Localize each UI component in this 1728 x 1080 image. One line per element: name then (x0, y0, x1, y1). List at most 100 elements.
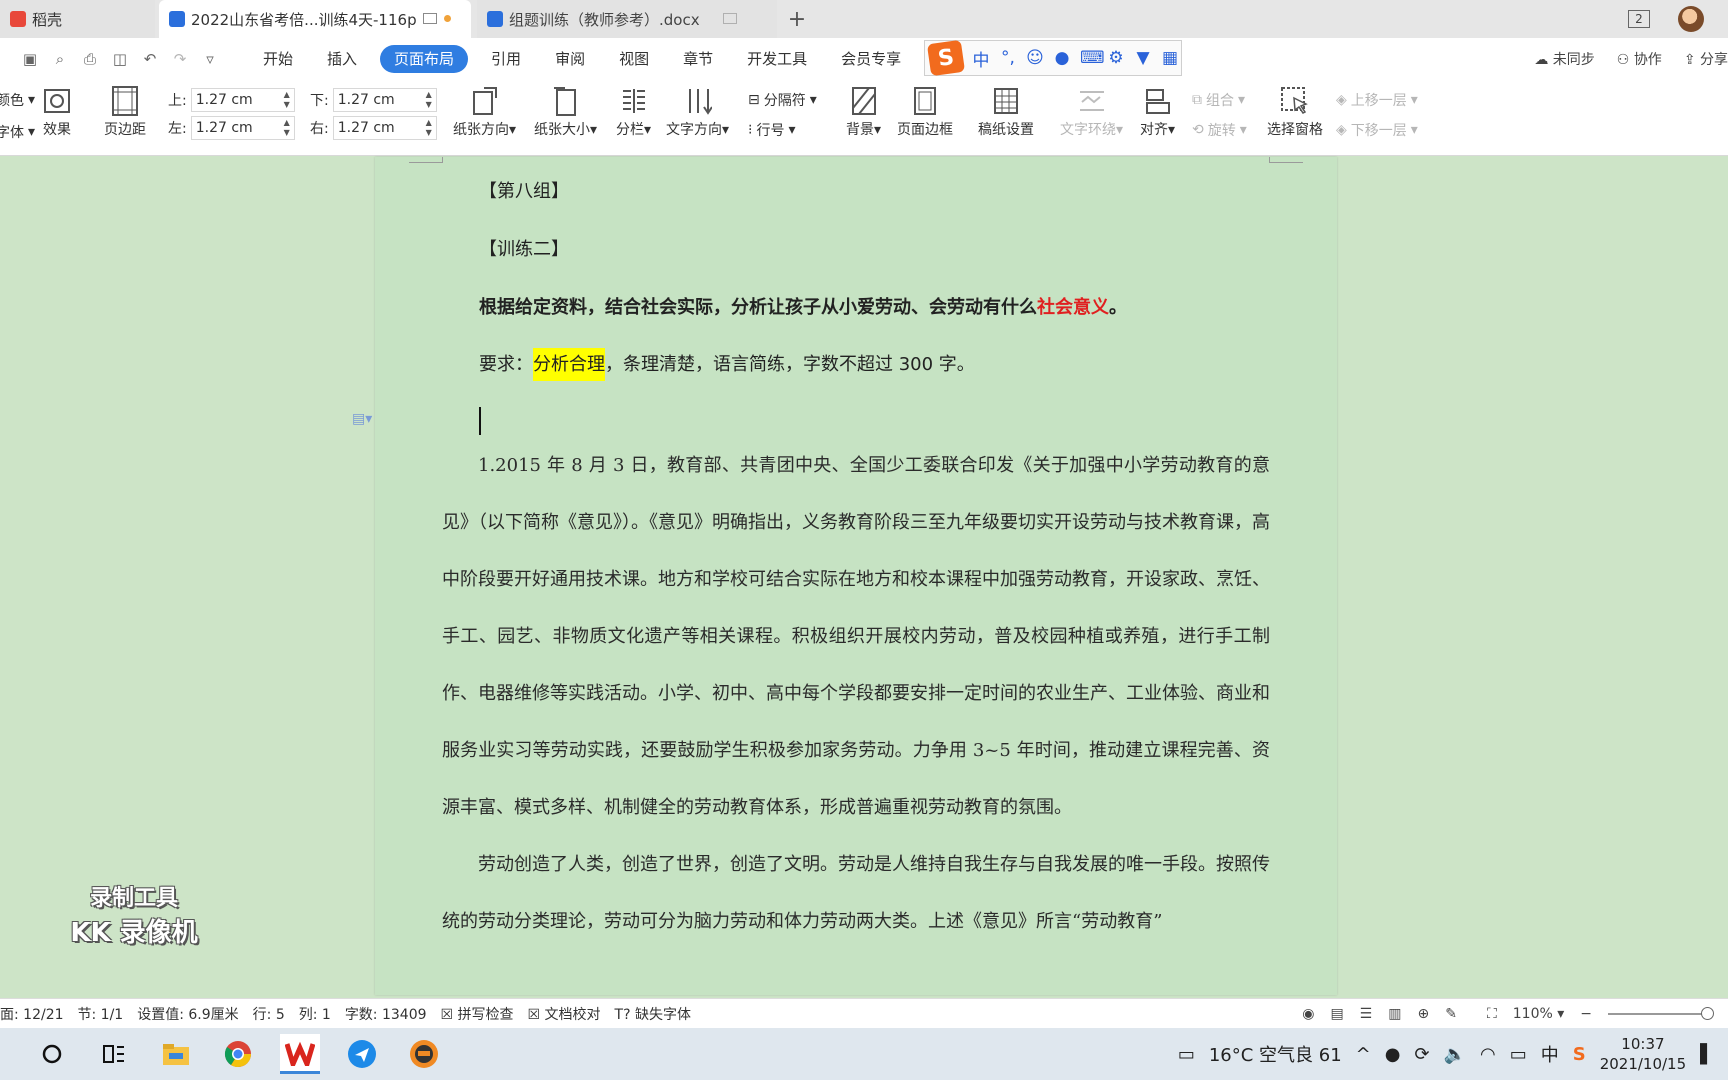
paragraph-layout-icon[interactable]: ▤▾ (352, 411, 372, 427)
menu-view[interactable]: 视图 (602, 45, 666, 73)
redo-icon[interactable]: ↷ (170, 49, 190, 69)
ime-tray-label[interactable]: 中 (1541, 1041, 1559, 1067)
page-view-icon[interactable]: ▤ (1330, 1006, 1343, 1022)
show-desktop-icon[interactable]: ▌ (1700, 1044, 1714, 1065)
effect-button[interactable]: 效果 (42, 80, 72, 139)
update-icon[interactable]: ⟳ (1414, 1044, 1429, 1065)
status-col[interactable]: 列: 1 (299, 1004, 331, 1024)
microphone-tray-icon[interactable]: ● (1385, 1044, 1401, 1065)
margin-left-field[interactable]: 左: 1.27 cm ▲ ▼ (168, 116, 295, 140)
orientation-button[interactable]: 纸张方向▾ (453, 80, 516, 139)
menu-developer[interactable]: 开发工具 (730, 45, 824, 73)
reading-view-icon[interactable]: ▥ (1388, 1006, 1401, 1022)
ime-mode-label[interactable]: 中 (972, 46, 990, 71)
microphone-icon[interactable]: ● (1053, 48, 1071, 68)
sogou-tray-icon[interactable]: S (1573, 1044, 1586, 1065)
spinner-icon[interactable]: ▲ ▼ (426, 90, 432, 110)
collab-button[interactable]: ⚇ 协作 (1617, 49, 1662, 69)
spinner-icon[interactable]: ▲ ▼ (284, 90, 290, 110)
kk-recorder-icon[interactable] (404, 1034, 444, 1074)
format-painter-icon[interactable]: ⌕ (50, 49, 70, 69)
write-mode-icon[interactable]: ✎ (1445, 1006, 1457, 1022)
grid-menu-icon[interactable]: ▦ (1161, 48, 1179, 68)
tools-icon[interactable]: ⚙ (1107, 48, 1125, 68)
missing-font-button[interactable]: T? 缺失字体 (615, 1004, 691, 1024)
selection-pane-button[interactable]: 选择窗格 (1267, 80, 1323, 139)
tab-daoke[interactable]: 稻壳 (0, 0, 155, 38)
margin-top-field[interactable]: 上: 1.27 cm ▲ ▼ (168, 88, 295, 112)
eye-protection-icon[interactable]: ◉ (1302, 1006, 1314, 1022)
margins-button[interactable]: 页边距 (104, 80, 146, 139)
line-numbers-button[interactable]: ⁝ 行号 ▾ (748, 120, 795, 140)
text-direction-button[interactable]: 文字方向▾ (666, 80, 729, 139)
spinner-icon[interactable]: ▲ ▼ (426, 118, 432, 138)
undo-icon[interactable]: ↶ (140, 49, 160, 69)
menu-review[interactable]: 审阅 (538, 45, 602, 73)
status-row[interactable]: 行: 5 (253, 1004, 285, 1024)
weather-text[interactable]: 16°C 空气良 61 (1209, 1041, 1342, 1067)
menu-insert[interactable]: 插入 (310, 45, 374, 73)
monitor-icon[interactable] (723, 13, 737, 24)
spell-check-button[interactable]: ☒ 拼写检查 (441, 1004, 514, 1024)
menu-page-layout[interactable]: 页面布局 (380, 45, 469, 73)
weather-icon[interactable]: ▭ (1178, 1044, 1195, 1065)
monitor-icon[interactable] (423, 13, 437, 24)
fit-page-icon[interactable]: ⛶ (1487, 1006, 1497, 1022)
zoom-out-icon[interactable]: − (1580, 1006, 1592, 1022)
zoom-slider-knob[interactable] (1701, 1007, 1714, 1020)
menu-home[interactable]: 开始 (246, 45, 310, 73)
wps-taskbar-icon[interactable] (280, 1034, 320, 1074)
background-button[interactable]: 背景▾ (846, 80, 881, 139)
send-backward-button[interactable]: ◈ 下移一层 ▾ (1336, 120, 1418, 140)
menu-member[interactable]: 会员专享 (824, 45, 918, 73)
battery-icon[interactable]: ▭ (1510, 1044, 1527, 1065)
align-button[interactable]: 对齐▾ (1140, 80, 1175, 139)
tray-chevron-icon[interactable]: ^ (1356, 1044, 1371, 1065)
theme-font-button[interactable]: 字体 ▾ (0, 122, 35, 142)
page-border-button[interactable]: 页面边框 (897, 80, 953, 139)
separator-button[interactable]: ⊟ 分隔符 ▾ (748, 90, 817, 110)
task-view-icon[interactable] (94, 1034, 134, 1074)
outline-view-icon[interactable]: ☰ (1360, 1006, 1373, 1022)
chrome-icon[interactable] (218, 1034, 258, 1074)
network-icon[interactable]: ◠ (1480, 1044, 1496, 1065)
share-button[interactable]: ⇪ 分享 (1684, 49, 1728, 69)
columns-button[interactable]: 分栏▾ (616, 80, 651, 139)
clock[interactable]: 10:37 2021/10/15 (1600, 1034, 1686, 1074)
manuscript-button[interactable]: 稿纸设置 (978, 80, 1034, 139)
search-circle-icon[interactable] (32, 1034, 72, 1074)
spinner-icon[interactable]: ▲ ▼ (284, 118, 290, 138)
web-view-icon[interactable]: ⊕ (1417, 1006, 1429, 1022)
margin-bottom-field[interactable]: 下: 1.27 cm ▲ ▼ (310, 88, 437, 112)
bring-forward-button[interactable]: ◈ 上移一层 ▾ (1336, 90, 1418, 110)
window-count-icon[interactable]: 2 (1628, 10, 1650, 28)
status-section[interactable]: 节: 1/1 (78, 1004, 124, 1024)
new-tab-button[interactable]: + (777, 0, 817, 38)
feishu-icon[interactable] (342, 1034, 382, 1074)
menu-chapter[interactable]: 章节 (666, 45, 730, 73)
tab-document-2[interactable]: 组题训练（教师参考）.docx (477, 0, 777, 38)
volume-icon[interactable]: 🔈 (1444, 1044, 1466, 1065)
punctuation-label[interactable]: °, (999, 48, 1017, 68)
group-button[interactable]: ⧉ 组合 ▾ (1192, 90, 1245, 110)
status-words[interactable]: 字数: 13409 (345, 1004, 427, 1024)
avatar[interactable] (1678, 6, 1704, 32)
print-preview-icon[interactable]: ◫ (110, 49, 130, 69)
zoom-slider[interactable] (1608, 1007, 1714, 1020)
sogou-logo-icon[interactable]: S (926, 39, 966, 77)
text-wrap-button[interactable]: 文字环绕▾ (1060, 80, 1123, 139)
theme-color-button[interactable]: 颜色 ▾ (0, 90, 35, 110)
save-icon[interactable]: ▣ (20, 49, 40, 69)
customize-chevron-icon[interactable]: ▿ (200, 49, 220, 69)
emoji-icon[interactable]: ☺ (1026, 48, 1044, 68)
paper-size-button[interactable]: 纸张大小▾ (534, 80, 597, 139)
document-page[interactable]: 【第八组】 【训练二】 根据给定资料，结合社会实际，分析让孩子从小爱劳动、会劳动… (375, 157, 1337, 995)
skin-shirt-icon[interactable]: ▼ (1134, 48, 1152, 68)
sync-status[interactable]: ☁ 未同步 (1534, 49, 1594, 69)
rotate-button[interactable]: ⟲ 旋转 ▾ (1192, 120, 1247, 140)
zoom-level[interactable]: 110% ▾ (1513, 1006, 1565, 1022)
print-icon[interactable]: ⎙ (80, 49, 100, 69)
margin-right-field[interactable]: 右: 1.27 cm ▲ ▼ (310, 116, 437, 140)
menu-references[interactable]: 引用 (474, 45, 538, 73)
status-setting[interactable]: 设置值: 6.9厘米 (137, 1004, 238, 1024)
